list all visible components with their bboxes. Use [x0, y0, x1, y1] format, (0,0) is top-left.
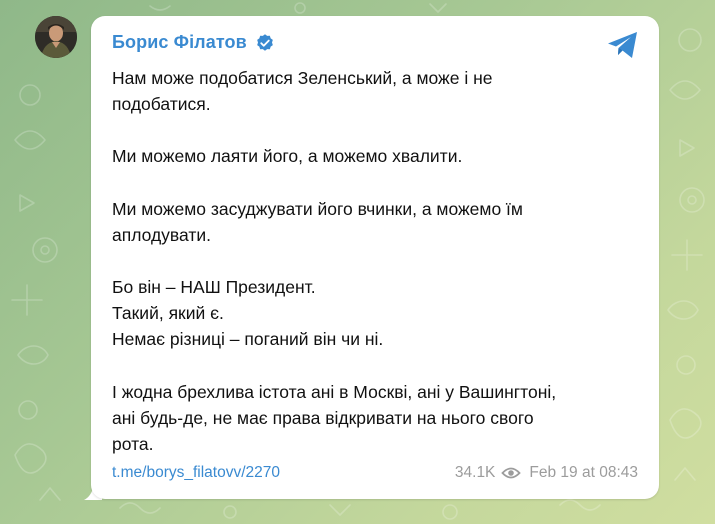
message-line: ані будь-де, не має права відкривати на …	[112, 407, 534, 428]
view-count: 34.1K	[454, 464, 496, 481]
eye-icon	[501, 467, 522, 479]
message-line: Бо він – НАШ Президент.	[112, 277, 316, 298]
message-paragraph: І жодна брехлива істота ані в Москві, ан…	[112, 379, 642, 458]
message-paragraph: Бо він – НАШ Президент. Такий, який є. Нем…	[112, 274, 642, 353]
message-footer: t.me/borys_filatovv/2270 34.1K Feb 19 at…	[112, 464, 638, 484]
message-paragraph: Ми можемо лаяти його, а можемо хвалити.	[112, 143, 642, 169]
message-line: Такий, який є.	[112, 303, 224, 324]
message-paragraph: Нам може подобатися Зеленський, а може і…	[112, 65, 642, 117]
author-name[interactable]: Борис Філатов	[112, 32, 247, 53]
message-line: Ми можемо лаяти його, а можемо хвалити.	[112, 146, 463, 167]
message-line: Нам може подобатися Зеленський, а може і…	[112, 68, 493, 88]
message-text: Нам може подобатися Зеленський, а може і…	[112, 65, 642, 457]
message-line: І жодна брехлива істота ані в Москві, ан…	[112, 381, 557, 402]
message-line: Немає різниці – поганий він чи ні.	[112, 329, 384, 350]
telegram-share-icon[interactable]	[606, 30, 640, 60]
author-avatar[interactable]	[35, 16, 77, 58]
author-row: Борис Філатов	[112, 32, 275, 53]
message-paragraph: Ми можемо засуджувати його вчинки, а мож…	[112, 196, 642, 248]
message-bubble: Борис Філатов Нам може подобатися Зеленс…	[91, 16, 659, 499]
message-line: Ми можемо засуджувати його вчинки, а мож…	[112, 198, 523, 219]
post-date: Feb 19 at 08:43	[529, 464, 638, 481]
post-link[interactable]: t.me/borys_filatovv/2270	[112, 464, 280, 482]
message-line: рота.	[112, 434, 154, 455]
author-photo	[35, 16, 77, 58]
verified-badge-icon	[256, 33, 273, 51]
message-line: аплодувати.	[112, 224, 212, 245]
message-meta: 34.1K Feb 19 at 08:43	[455, 464, 638, 482]
message-line: подобатися.	[112, 94, 211, 115]
